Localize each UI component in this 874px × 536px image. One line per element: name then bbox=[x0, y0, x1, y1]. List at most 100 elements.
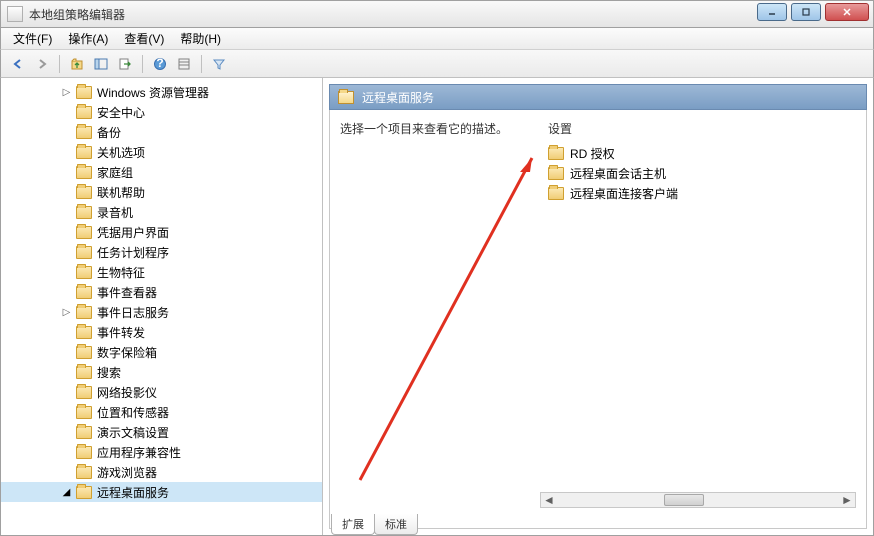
tree-expander-icon bbox=[61, 207, 72, 218]
details-description: 选择一个项目来查看它的描述。 bbox=[340, 120, 540, 518]
menu-action[interactable]: 操作(A) bbox=[60, 27, 116, 50]
filter-button[interactable] bbox=[208, 53, 230, 75]
forward-button[interactable] bbox=[31, 53, 53, 75]
scroll-thumb[interactable] bbox=[664, 494, 704, 506]
tree-item-label: 事件转发 bbox=[97, 324, 145, 341]
tree-item-label: 事件日志服务 bbox=[97, 304, 169, 321]
list-item[interactable]: RD 授权 bbox=[548, 143, 856, 163]
tree-item[interactable]: 游戏浏览器 bbox=[1, 462, 322, 482]
menu-help[interactable]: 帮助(H) bbox=[172, 27, 229, 50]
tree-item[interactable]: 联机帮助 bbox=[1, 182, 322, 202]
column-header-settings[interactable]: 设置 bbox=[548, 120, 856, 137]
tree-expander-icon bbox=[61, 407, 72, 418]
tree-item[interactable]: 任务计划程序 bbox=[1, 242, 322, 262]
tree-expander-icon bbox=[61, 347, 72, 358]
details-tabs: 扩展 标准 bbox=[331, 514, 417, 535]
app-icon bbox=[7, 6, 23, 22]
folder-icon bbox=[76, 146, 92, 159]
tree-item[interactable]: 事件查看器 bbox=[1, 282, 322, 302]
list-item-label: 远程桌面会话主机 bbox=[570, 165, 666, 182]
tree-expander-icon bbox=[61, 227, 72, 238]
tree-item[interactable]: 安全中心 bbox=[1, 102, 322, 122]
tree-item-label: 联机帮助 bbox=[97, 184, 145, 201]
tree-item[interactable]: 数字保险箱 bbox=[1, 342, 322, 362]
tree-item[interactable]: ◢ 远程桌面服务 bbox=[1, 482, 322, 502]
tree-expander-icon[interactable]: ▷ bbox=[61, 87, 72, 98]
tree-item[interactable]: 网络投影仪 bbox=[1, 382, 322, 402]
up-button[interactable] bbox=[66, 53, 88, 75]
list-item[interactable]: 远程桌面会话主机 bbox=[548, 163, 856, 183]
folder-icon bbox=[76, 486, 92, 499]
svg-text:?: ? bbox=[156, 57, 163, 70]
tab-standard[interactable]: 标准 bbox=[374, 514, 418, 535]
folder-icon bbox=[76, 426, 92, 439]
tree-item[interactable]: 搜索 bbox=[1, 362, 322, 382]
folder-icon bbox=[76, 386, 92, 399]
properties-button[interactable] bbox=[173, 53, 195, 75]
tree-expander-icon[interactable]: ▷ bbox=[61, 307, 72, 318]
list-item-label: 远程桌面连接客户端 bbox=[570, 185, 678, 202]
tree-item[interactable]: 应用程序兼容性 bbox=[1, 442, 322, 462]
tree-item-label: Windows 资源管理器 bbox=[97, 84, 209, 101]
toolbar-separator bbox=[59, 55, 60, 73]
details-header-title: 远程桌面服务 bbox=[362, 89, 434, 106]
tab-extended[interactable]: 扩展 bbox=[331, 514, 375, 535]
tree-item[interactable]: 事件转发 bbox=[1, 322, 322, 342]
folder-icon bbox=[76, 406, 92, 419]
folder-icon bbox=[76, 106, 92, 119]
maximize-button[interactable] bbox=[791, 3, 821, 21]
list-item[interactable]: 远程桌面连接客户端 bbox=[548, 183, 856, 203]
back-button[interactable] bbox=[7, 53, 29, 75]
tree-expander-icon bbox=[61, 147, 72, 158]
tree-item-label: 位置和传感器 bbox=[97, 404, 169, 421]
tree-item-label: 事件查看器 bbox=[97, 284, 157, 301]
menu-view[interactable]: 查看(V) bbox=[116, 27, 172, 50]
main-area: ▷ Windows 资源管理器安全中心备份关机选项家庭组联机帮助录音机凭据用户界面… bbox=[0, 78, 874, 536]
folder-icon bbox=[548, 187, 564, 200]
tree-item-label: 远程桌面服务 bbox=[97, 484, 169, 501]
folder-icon bbox=[76, 326, 92, 339]
tree-item[interactable]: 生物特征 bbox=[1, 262, 322, 282]
folder-icon bbox=[76, 266, 92, 279]
scroll-track[interactable] bbox=[557, 493, 839, 507]
scroll-right-icon[interactable]: ► bbox=[839, 493, 855, 507]
tree-expander-icon bbox=[61, 327, 72, 338]
show-hide-tree-button[interactable] bbox=[90, 53, 112, 75]
tree-item[interactable]: 备份 bbox=[1, 122, 322, 142]
tree-expander-icon bbox=[61, 287, 72, 298]
window-title: 本地组策略编辑器 bbox=[29, 6, 125, 23]
tree-item[interactable]: 关机选项 bbox=[1, 142, 322, 162]
tree-expander-icon bbox=[61, 427, 72, 438]
menu-file[interactable]: 文件(F) bbox=[5, 27, 60, 50]
tree-item[interactable]: ▷ 事件日志服务 bbox=[1, 302, 322, 322]
horizontal-scrollbar[interactable]: ◄ ► bbox=[540, 492, 856, 508]
scroll-left-icon[interactable]: ◄ bbox=[541, 493, 557, 507]
tree-item-label: 安全中心 bbox=[97, 104, 145, 121]
tree-item[interactable]: 凭据用户界面 bbox=[1, 222, 322, 242]
tree-item-label: 凭据用户界面 bbox=[97, 224, 169, 241]
tree-item-label: 录音机 bbox=[97, 204, 133, 221]
list-item-label: RD 授权 bbox=[570, 145, 615, 162]
toolbar-separator bbox=[201, 55, 202, 73]
tree-expander-icon bbox=[61, 367, 72, 378]
folder-icon bbox=[76, 166, 92, 179]
minimize-button[interactable] bbox=[757, 3, 787, 21]
tree-item[interactable]: 录音机 bbox=[1, 202, 322, 222]
tree-item[interactable]: ▷ Windows 资源管理器 bbox=[1, 82, 322, 102]
tree-pane[interactable]: ▷ Windows 资源管理器安全中心备份关机选项家庭组联机帮助录音机凭据用户界面… bbox=[1, 78, 323, 535]
tree-expander-icon bbox=[61, 447, 72, 458]
tree-item[interactable]: 家庭组 bbox=[1, 162, 322, 182]
folder-icon bbox=[76, 246, 92, 259]
folder-icon bbox=[76, 86, 92, 99]
tree-item[interactable]: 演示文稿设置 bbox=[1, 422, 322, 442]
tree-item[interactable]: 位置和传感器 bbox=[1, 402, 322, 422]
tree-expander-icon bbox=[61, 247, 72, 258]
close-button[interactable] bbox=[825, 3, 869, 21]
tree-item-label: 数字保险箱 bbox=[97, 344, 157, 361]
folder-icon bbox=[76, 126, 92, 139]
help-button[interactable]: ? bbox=[149, 53, 171, 75]
tree-item-label: 生物特征 bbox=[97, 264, 145, 281]
tree-expander-icon[interactable]: ◢ bbox=[61, 487, 72, 498]
export-button[interactable] bbox=[114, 53, 136, 75]
folder-icon bbox=[76, 226, 92, 239]
